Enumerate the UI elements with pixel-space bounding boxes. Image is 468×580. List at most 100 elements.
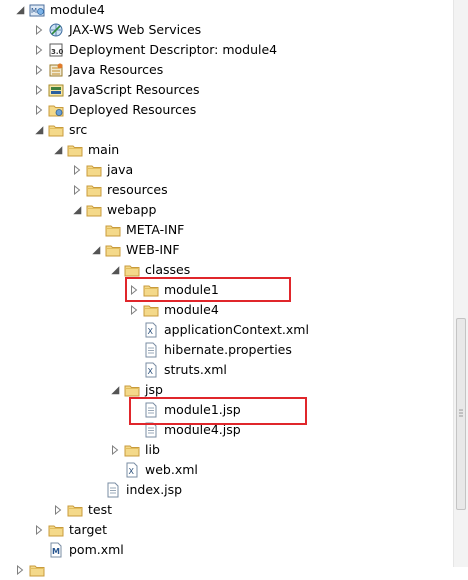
web-services-icon bbox=[48, 22, 64, 38]
tree-item-applicationcontext-xml[interactable]: XapplicationContext.xml bbox=[128, 320, 309, 340]
tree-item-label: web.xml bbox=[145, 462, 198, 477]
tree-item-main[interactable]: main bbox=[52, 140, 119, 160]
folder-icon bbox=[86, 202, 102, 218]
tree-item-deployed-resources[interactable]: Deployed Resources bbox=[33, 100, 196, 120]
tree-item-java-resources[interactable]: Java Resources bbox=[33, 60, 163, 80]
tree-item-jsp[interactable]: jsp bbox=[109, 380, 163, 400]
collapse-arrow-icon[interactable] bbox=[71, 200, 83, 220]
folder-icon bbox=[86, 162, 102, 178]
expand-arrow-icon[interactable] bbox=[33, 20, 45, 40]
tree-item-label: module1 bbox=[164, 282, 219, 297]
java-resources-icon bbox=[48, 62, 64, 78]
expand-arrow-icon[interactable] bbox=[33, 100, 45, 120]
tree-item-label: src bbox=[69, 122, 88, 137]
tree-item-webapp[interactable]: webapp bbox=[71, 200, 156, 220]
project-explorer-tree: Mmodule4 JAX-WS Web Services 3.0 Deployment… bbox=[0, 0, 453, 577]
tree-item-resources[interactable]: resources bbox=[71, 180, 168, 200]
tree-item-label: jsp bbox=[145, 382, 163, 397]
deployed-resources-icon bbox=[48, 102, 64, 118]
xml-file-icon: X bbox=[124, 462, 140, 478]
xml-file-icon: X bbox=[143, 362, 159, 378]
folder-icon bbox=[124, 442, 140, 458]
tree-item-label: Deployment Descriptor: module4 bbox=[69, 42, 278, 57]
tree-item-web-inf[interactable]: WEB-INF bbox=[90, 240, 180, 260]
tree-item-struts-xml[interactable]: Xstruts.xml bbox=[128, 360, 227, 380]
text-file-icon bbox=[143, 342, 159, 358]
tree-item-lib[interactable]: lib bbox=[109, 440, 160, 460]
tree-item-label: module4 bbox=[50, 2, 105, 17]
tree-item-partial[interactable] bbox=[14, 560, 50, 580]
javascript-resources-icon bbox=[48, 82, 64, 98]
tree-item-javascript-resources[interactable]: JavaScript Resources bbox=[33, 80, 199, 100]
folder-icon bbox=[105, 242, 121, 258]
expand-arrow-icon[interactable] bbox=[109, 440, 121, 460]
expand-arrow-icon[interactable] bbox=[52, 500, 64, 520]
expand-arrow-icon[interactable] bbox=[33, 80, 45, 100]
text-file-icon bbox=[143, 402, 159, 418]
svg-text:M: M bbox=[31, 7, 37, 15]
tree-item-label: applicationContext.xml bbox=[164, 322, 309, 337]
tree-item-module4[interactable]: Mmodule4 bbox=[14, 0, 105, 20]
svg-text:X: X bbox=[148, 327, 154, 336]
svg-text:3.0: 3.0 bbox=[51, 48, 64, 56]
folder-icon bbox=[67, 142, 83, 158]
tree-item-label: META-INF bbox=[126, 222, 185, 237]
expand-arrow-icon[interactable] bbox=[128, 280, 140, 300]
tree-item-deployment-descriptor[interactable]: 3.0 Deployment Descriptor: module4 bbox=[33, 40, 277, 60]
expand-arrow-icon[interactable] bbox=[128, 300, 140, 320]
tree-item-index-jsp[interactable]: index.jsp bbox=[90, 480, 182, 500]
tree-item-classes[interactable]: classes bbox=[109, 260, 190, 280]
tree-item-module4-jsp[interactable]: module4.jsp bbox=[128, 420, 241, 440]
tree-item-hibernate-properties[interactable]: hibernate.properties bbox=[128, 340, 292, 360]
tree-item-label: struts.xml bbox=[164, 362, 227, 377]
tree-item-java[interactable]: java bbox=[71, 160, 133, 180]
expand-arrow-icon[interactable] bbox=[71, 160, 83, 180]
expand-arrow-icon[interactable] bbox=[71, 180, 83, 200]
collapse-arrow-icon[interactable] bbox=[109, 380, 121, 400]
vertical-scrollbar[interactable] bbox=[453, 0, 468, 567]
tree-item-label: module4 bbox=[164, 302, 219, 317]
tree-item-label: java bbox=[107, 162, 134, 177]
expand-arrow-icon[interactable] bbox=[33, 60, 45, 80]
expand-arrow-icon[interactable] bbox=[33, 40, 45, 60]
svg-text:X: X bbox=[129, 467, 135, 476]
collapse-arrow-icon[interactable] bbox=[109, 260, 121, 280]
tree-item-label: hibernate.properties bbox=[164, 342, 292, 357]
scrollbar-grip-icon bbox=[459, 409, 463, 417]
tree-item-label: Deployed Resources bbox=[69, 102, 197, 117]
folder-icon bbox=[48, 522, 64, 538]
tree-item-label: target bbox=[69, 522, 108, 537]
tree-item-web-xml[interactable]: Xweb.xml bbox=[109, 460, 198, 480]
collapse-arrow-icon[interactable] bbox=[14, 0, 26, 20]
tree-item-label: module4.jsp bbox=[164, 422, 241, 437]
tree-item-module1-jsp[interactable]: module1.jsp bbox=[128, 400, 241, 420]
folder-icon bbox=[29, 562, 45, 578]
collapse-arrow-icon[interactable] bbox=[90, 240, 102, 260]
tree-item-src[interactable]: src bbox=[33, 120, 87, 140]
tree-item-label: pom.xml bbox=[69, 542, 124, 557]
folder-icon bbox=[124, 262, 140, 278]
folder-icon bbox=[67, 502, 83, 518]
tree-item-pom-xml[interactable]: Mpom.xml bbox=[33, 540, 124, 560]
tree-item-target[interactable]: target bbox=[33, 520, 107, 540]
tree-item-label: lib bbox=[145, 442, 160, 457]
web-project-icon: M bbox=[29, 2, 45, 18]
tree-item-classes-module1[interactable]: module1 bbox=[128, 280, 219, 300]
tree-item-classes-module4[interactable]: module4 bbox=[128, 300, 219, 320]
tree-item-meta-inf[interactable]: META-INF bbox=[90, 220, 184, 240]
expand-arrow-icon[interactable] bbox=[14, 560, 26, 580]
tree-item-label: WEB-INF bbox=[126, 242, 180, 257]
expand-arrow-icon[interactable] bbox=[33, 520, 45, 540]
collapse-arrow-icon[interactable] bbox=[33, 120, 45, 140]
tree-item-label: main bbox=[88, 142, 120, 157]
scrollbar-thumb[interactable] bbox=[456, 318, 466, 510]
collapse-arrow-icon[interactable] bbox=[52, 140, 64, 160]
tree-item-jax-ws-web-services[interactable]: JAX-WS Web Services bbox=[33, 20, 201, 40]
tree-item-test[interactable]: test bbox=[52, 500, 112, 520]
